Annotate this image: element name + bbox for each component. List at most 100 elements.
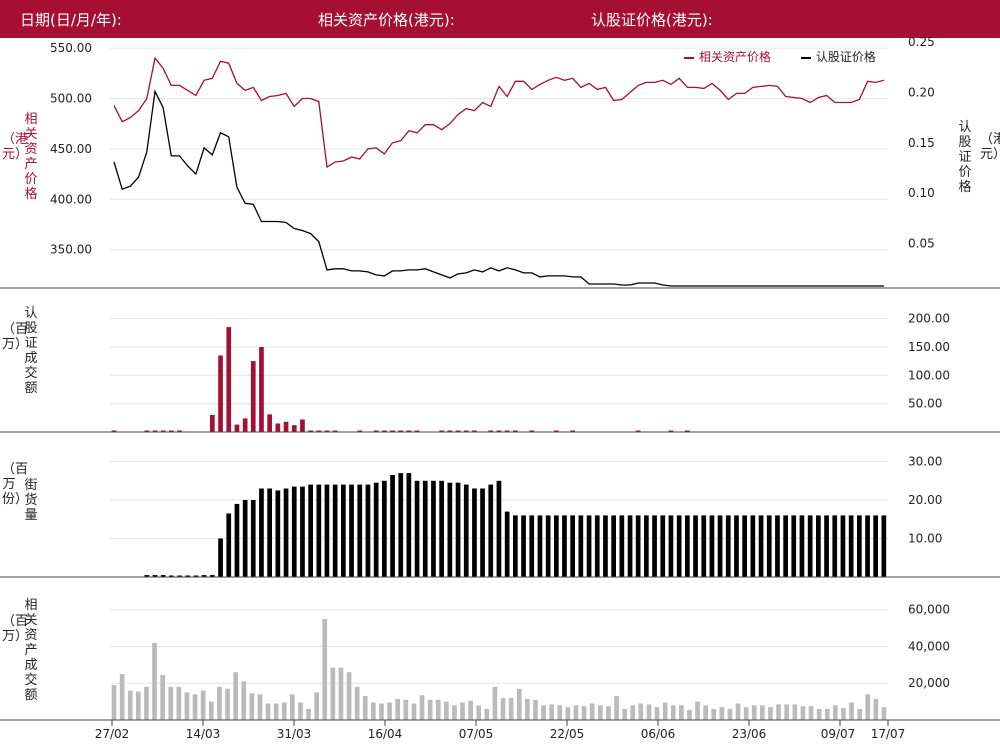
underlying-turnover-bar [176,686,182,720]
x-tick-label: 09/07 [821,727,856,741]
x-tick-label: 27/02 [95,727,130,741]
outstanding-bar [545,515,551,577]
underlying-turnover-tick-label: 60,000 [908,603,950,617]
warrant-turnover-bar [250,361,256,432]
right-price-tick-label: 0.10 [908,186,935,200]
outstanding-bar [390,475,395,577]
underlying-turnover-bar [784,704,789,720]
outstanding-bar [603,515,608,577]
underlying-turnover-bar [589,703,595,720]
underlying-turnover-bar [468,700,473,720]
underlying-turnover-bar [225,688,230,721]
warrant-turnover-bar [267,414,272,432]
underlying-turnover-bar [508,697,514,720]
underlying-turnover-bar [346,672,352,720]
warrant-turnover-bar [218,355,223,432]
underlying-turnover-bar [768,707,773,720]
outstanding-bar [652,515,657,577]
underlying-turnover-bar [119,674,125,720]
underlying-turnover-bar [217,686,222,720]
x-tick-label: 22/05 [550,727,585,741]
underlying-turnover-bar [403,699,409,720]
outstanding-bar [513,515,518,577]
underlying-turnover-bar [824,709,830,720]
underlying-turnover-bar [776,704,781,720]
underlying-turnover-bar [168,686,174,720]
underlying-turnover-bar [606,706,611,720]
outstanding-bar [783,515,788,577]
underlying-turnover-bar [257,694,263,720]
outstanding-bar [734,515,739,577]
outstanding-bar [685,515,690,577]
outstanding-bar [611,515,616,577]
underlying-turnover-bar [500,697,506,720]
underlying-turnover-bar [200,690,206,720]
underlying-turnover-bar [152,642,157,720]
outstanding-bar [463,484,469,577]
underlying-turnover-bar [751,705,757,720]
outstanding-bar [382,480,387,577]
outstanding-bar [668,515,674,577]
outstanding-bar [693,515,698,577]
underlying-turnover-bar [833,705,838,720]
outstanding-bar [840,515,846,577]
x-tick-label: 23/06 [732,727,767,741]
outstanding-bar [324,484,330,577]
outstanding-bar [259,488,264,577]
underlying-turnover-bar [290,694,295,720]
outstanding-bar [398,473,404,577]
underlying-turnover-bar [865,694,871,720]
outstanding-bar [275,490,281,577]
warrant-turnover-bar [242,418,248,432]
underlying-turnover-bar [184,692,190,720]
underlying-turnover-bar [241,681,247,720]
warrant-turnover-tick-label: 100.00 [908,368,950,382]
underlying-turnover-bar [679,705,684,720]
underlying-turnover-bar [841,708,846,720]
warrant-turnover-tick-label: 50.00 [908,397,942,411]
outstanding-bar [857,515,862,577]
underlying-turnover-bar [687,709,692,720]
underlying-turnover-bar [573,705,579,720]
outstanding-bar [488,484,494,577]
underlying-turnover-bar [598,705,603,720]
underlying-turnover-tick-label: 40,000 [908,639,950,653]
underlying-turnover-bar [452,705,457,720]
outstanding-bar [554,515,559,577]
outstanding-bar [660,515,666,577]
x-tick-label: 17/07 [871,727,906,741]
underlying-turnover-bar [492,686,498,720]
outstanding-bar [226,513,232,577]
warrant-turnover-bar [226,327,232,432]
outstanding-bar [422,480,428,577]
underlying-price-line [113,56,885,169]
outstanding-bar [766,515,772,577]
outstanding-bar [644,515,649,577]
underlying-turnover-bar [711,709,717,720]
underlying-turnover-tick-label: 20,000 [908,676,950,690]
outstanding-bar [431,480,436,577]
underlying-turnover-bar [719,707,725,720]
underlying-turnover-bar [735,703,741,720]
left-price-tick-label: 350.00 [50,243,92,257]
underlying-turnover-bar [662,702,668,720]
outstanding-bar [504,511,510,577]
left-price-tick-label: 550.00 [50,41,92,55]
x-tick-label: 31/03 [277,727,312,741]
outstanding-bar [725,515,731,577]
warrant-turnover-bar [259,347,264,432]
underlying-turnover-bar [427,699,433,720]
outstanding-bar [341,484,346,577]
underlying-turnover-bar [533,699,538,720]
underlying-turnover-bar [549,704,554,720]
outstanding-bar [709,515,715,577]
underlying-turnover-bar [808,706,814,720]
outstanding-bar [332,484,338,577]
underlying-turnover-bar [792,704,798,720]
outstanding-bar [365,484,371,577]
underlying-turnover-bar [249,693,255,720]
outstanding-bar [316,484,322,577]
x-tick-label: 06/06 [641,727,676,741]
warrant-turnover-bar [234,424,240,432]
warrant-turnover-bar [275,423,281,432]
